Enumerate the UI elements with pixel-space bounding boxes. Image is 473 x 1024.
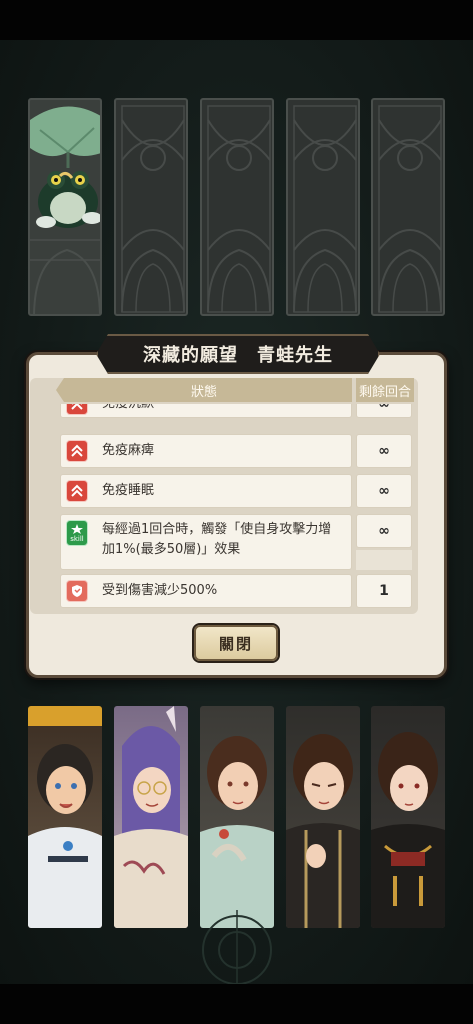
hero-portrait-5[interactable]: [371, 706, 445, 928]
frog-character-icon: [30, 106, 100, 314]
skill-icon-text: skill: [70, 535, 84, 543]
system-status-bar: [0, 0, 473, 40]
effect-label-line2: 加1%(最多50層)」效果: [102, 542, 241, 557]
effect-label-line1: 每經過1回合時，觸發「使自身攻擊力增: [102, 522, 332, 537]
hero-4-icon: [286, 734, 360, 928]
effect-turns: ∞: [356, 404, 412, 418]
turns-column-header: 剩餘回合: [356, 378, 414, 402]
list-item: 免疫睡眠 ∞: [56, 474, 414, 508]
system-navigation-bar: [0, 984, 473, 1024]
effect-label: 免疫睡眠: [102, 483, 155, 498]
effect-list[interactable]: 免疫沉默 ∞ 免疫麻痺 ∞ 免疫睡眠 ∞ skill 每經過1回合時，觸發「使自…: [56, 404, 418, 614]
effect-label: 受到傷害減少500%: [102, 583, 218, 598]
effect-label: 免疫麻痺: [102, 443, 155, 458]
empty-slot-2[interactable]: [114, 98, 188, 316]
status-column-header: 狀態: [56, 378, 352, 402]
hero-1-icon: [28, 706, 102, 928]
effect-turns: 1: [356, 574, 412, 608]
close-button[interactable]: 關閉: [194, 625, 278, 661]
effect-turns: ∞: [356, 434, 412, 468]
empty-slot-5[interactable]: [371, 98, 445, 316]
effect-turns: ∞: [356, 514, 412, 548]
empty-slot-3[interactable]: [200, 98, 274, 316]
dialog-title-plate: 深藏的願望 青蛙先生: [96, 334, 380, 374]
slot-pattern-icon: [293, 105, 357, 313]
empty-slot-4[interactable]: [286, 98, 360, 316]
hero-portrait-1[interactable]: [28, 706, 102, 928]
immunity-up-icon: [66, 404, 88, 415]
enemy-slot-1[interactable]: [28, 98, 102, 316]
list-item: 免疫麻痺 ∞: [56, 434, 414, 468]
list-item: skill 每經過1回合時，觸發「使自身攻擊力增 加1%(最多50層)」效果 ∞: [56, 514, 414, 570]
hero-5-icon: [371, 732, 445, 928]
list-item: 受到傷害減少500% 1: [56, 574, 414, 608]
skill-icon: skill: [66, 520, 88, 546]
hero-portrait-4[interactable]: [286, 706, 360, 928]
list-item: 免疫沉默 ∞: [56, 404, 414, 418]
dialog-title: 深藏的願望 青蛙先生: [143, 345, 333, 366]
compass-dial-icon: [202, 910, 272, 984]
hero-2-icon: [114, 706, 188, 928]
slot-pattern-icon: [378, 105, 442, 313]
effect-turns: ∞: [356, 474, 412, 508]
slot-pattern-icon: [121, 105, 185, 313]
slot-pattern-icon: [207, 105, 271, 313]
effect-label: 免疫沉默: [102, 404, 154, 414]
immunity-up-icon: [66, 440, 88, 462]
damage-reduction-icon: [66, 580, 88, 602]
hero-portrait-2[interactable]: [114, 706, 188, 928]
immunity-up-icon: [66, 480, 88, 502]
